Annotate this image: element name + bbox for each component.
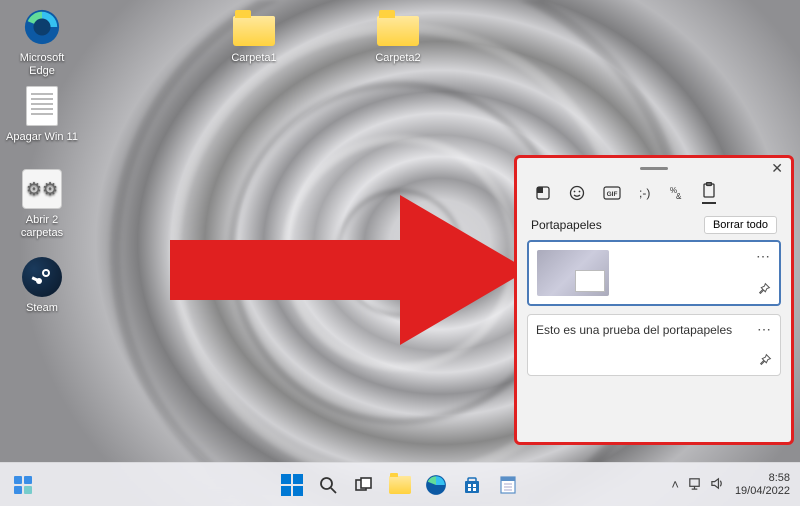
- steam-icon: [21, 256, 63, 298]
- svg-text:&: &: [676, 192, 682, 201]
- clear-all-button[interactable]: Borrar todo: [704, 216, 777, 234]
- clipboard-panel: ✕ GIF ;-) %& Portapapeles Borrar todo ⋯ …: [514, 155, 794, 445]
- network-icon[interactable]: [687, 476, 702, 494]
- desktop-icon-folder2[interactable]: Carpeta2: [362, 6, 434, 65]
- desktop-icon-label: Abrir 2 carpetas: [6, 214, 78, 240]
- tray-chevron-icon[interactable]: ˄: [671, 477, 679, 492]
- desktop-icon-folder1[interactable]: Carpeta1: [218, 6, 290, 65]
- taskbar: ˄ 8:58 19/04/2022: [0, 462, 800, 506]
- tab-clipboard[interactable]: [702, 182, 716, 204]
- handle-bar: [640, 167, 668, 170]
- tab-emoji[interactable]: [569, 185, 585, 201]
- tab-recent[interactable]: [535, 185, 551, 201]
- clipboard-title: Portapapeles: [531, 218, 602, 232]
- clock-time: 8:58: [735, 472, 790, 485]
- desktop-icon-label: Carpeta1: [218, 52, 290, 65]
- desktop-icon-shutdown-script[interactable]: Apagar Win 11: [6, 85, 78, 144]
- pin-button[interactable]: [759, 353, 772, 369]
- taskbar-left: [8, 470, 38, 500]
- desktop-icon-label: Carpeta2: [362, 52, 434, 65]
- item-menu-button[interactable]: ⋯: [756, 248, 771, 265]
- clipboard-tabs: GIF ;-) %&: [517, 172, 791, 212]
- task-view-button[interactable]: [349, 470, 379, 500]
- notepad-button[interactable]: [493, 470, 523, 500]
- desktop-icon-label: Apagar Win 11: [6, 131, 78, 144]
- start-button[interactable]: [277, 470, 307, 500]
- clipboard-items: ⋯ Esto es una prueba del portapapeles ⋯: [517, 240, 791, 442]
- clipboard-thumbnail: [537, 250, 609, 296]
- tab-symbols[interactable]: %&: [668, 185, 684, 201]
- panel-drag-handle[interactable]: ✕: [517, 158, 791, 172]
- text-file-icon: [21, 85, 63, 127]
- desktop-icon-open-folders-script[interactable]: ⚙⚙ Abrir 2 carpetas: [6, 168, 78, 240]
- close-button[interactable]: ✕: [771, 160, 783, 177]
- clipboard-header: Portapapeles Borrar todo: [517, 212, 791, 240]
- desktop-icon-label: Microsoft Edge: [6, 52, 78, 78]
- pin-button[interactable]: [758, 282, 771, 298]
- folder-icon: [377, 6, 419, 48]
- taskbar-clock[interactable]: 8:58 19/04/2022: [735, 472, 790, 497]
- store-button[interactable]: [457, 470, 487, 500]
- clipboard-text-content: Esto es una prueba del portapapeles: [536, 323, 772, 337]
- edge-icon: [21, 6, 63, 48]
- desktop-icon-steam[interactable]: Steam: [6, 256, 78, 315]
- clipboard-item-text[interactable]: Esto es una prueba del portapapeles ⋯: [527, 314, 781, 376]
- desktop-icon-edge[interactable]: Microsoft Edge: [6, 6, 78, 78]
- tab-gif[interactable]: GIF: [603, 186, 621, 200]
- volume-icon[interactable]: [710, 476, 725, 494]
- clock-date: 19/04/2022: [735, 485, 790, 498]
- taskbar-center: [277, 470, 523, 500]
- svg-text:GIF: GIF: [607, 191, 618, 198]
- file-explorer-button[interactable]: [385, 470, 415, 500]
- folder-icon: [233, 6, 275, 48]
- system-tray[interactable]: ˄: [671, 476, 725, 494]
- item-menu-button[interactable]: ⋯: [757, 321, 772, 338]
- desktop-icon-label: Steam: [6, 302, 78, 315]
- edge-button[interactable]: [421, 470, 451, 500]
- tab-kaomoji[interactable]: ;-): [639, 186, 650, 200]
- clipboard-item-image[interactable]: ⋯: [527, 240, 781, 306]
- widgets-button[interactable]: [8, 470, 38, 500]
- taskbar-right: ˄ 8:58 19/04/2022: [671, 472, 790, 497]
- batch-file-icon: ⚙⚙: [21, 168, 63, 210]
- search-button[interactable]: [313, 470, 343, 500]
